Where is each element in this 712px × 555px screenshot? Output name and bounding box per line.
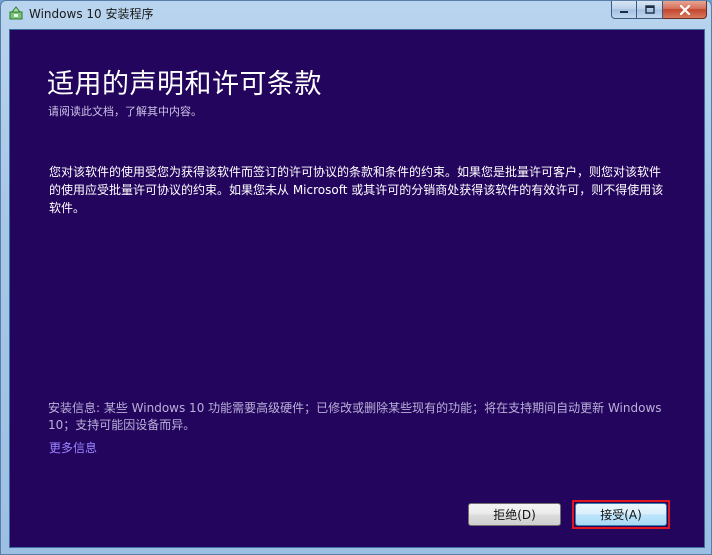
page-subtitle: 请阅读此文档，了解其中内容。 [48,105,202,118]
caption-buttons [611,1,707,19]
setup-window: Windows 10 安装程序 适用的声明和许可条款 请阅读此文档，了解其中内容… [0,0,712,555]
install-info-text: 安装信息: 某些 Windows 10 功能需要高级硬件；已修改或删除某些现有的… [48,401,662,432]
minimize-icon [620,10,628,13]
close-icon [679,4,690,15]
page-title: 适用的声明和许可条款 [47,69,322,100]
setup-icon [9,6,23,20]
accept-button[interactable]: 接受(A) [575,503,667,526]
maximize-button[interactable] [637,1,663,19]
window-title: Windows 10 安装程序 [29,7,154,21]
title-bar[interactable]: Windows 10 安装程序 [1,1,711,29]
license-text: 您对该软件的使用受您为获得该软件而签订的许可协议的条款和条件的约束。如果您是批量… [49,165,664,215]
maximize-icon [644,4,655,14]
decline-button[interactable]: 拒绝(D) [468,503,561,526]
close-button[interactable] [663,1,707,19]
content-pane: 适用的声明和许可条款 请阅读此文档，了解其中内容。 您对该软件的使用受您为获得该… [9,29,705,548]
more-info-link[interactable]: 更多信息 [49,439,97,456]
minimize-button[interactable] [611,1,637,19]
